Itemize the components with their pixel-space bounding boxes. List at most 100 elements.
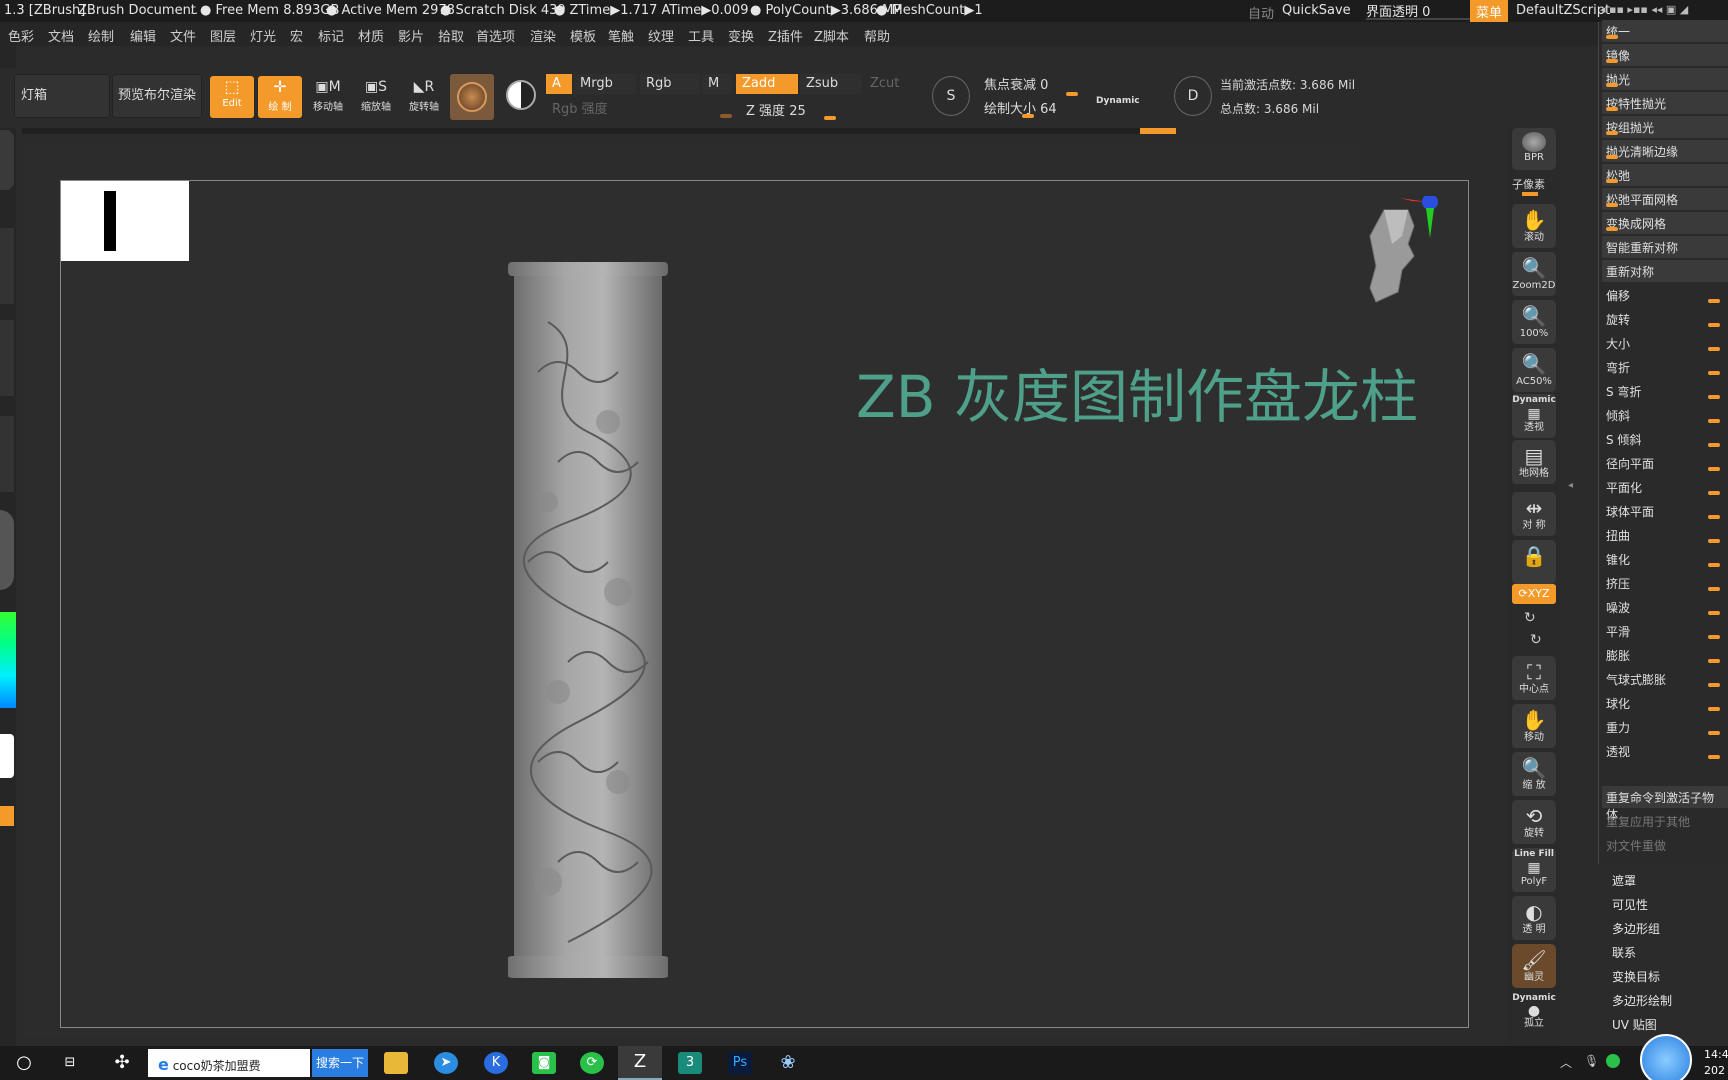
deformation-23[interactable]: 挤压 [1602, 572, 1728, 594]
a-toggle[interactable]: A [546, 74, 572, 94]
floating-ball-icon[interactable] [1640, 1034, 1692, 1080]
deformation-6[interactable]: 松弛 [1602, 164, 1728, 186]
document-canvas[interactable] [60, 180, 1469, 1028]
zcut-toggle[interactable]: Zcut [864, 74, 924, 94]
dynamic-toggle[interactable]: Dynamic [1096, 96, 1140, 106]
search-button[interactable]: 搜索一下 [312, 1049, 368, 1077]
tool-polygroups[interactable]: 多边形组 [1612, 920, 1660, 937]
deformation-12[interactable]: 旋转 [1602, 308, 1728, 330]
preview-bpr-button[interactable]: 预览布尔渲染 [112, 74, 202, 118]
deformation-15[interactable]: S 弯折 [1602, 380, 1728, 402]
deformation-slider-knob[interactable] [1708, 755, 1720, 759]
m-toggle[interactable]: M [702, 74, 732, 94]
menu-help[interactable]: 帮助 [864, 26, 890, 45]
deformation-7[interactable]: 松弛平面网格 [1602, 188, 1728, 210]
menu-stroke[interactable]: 笔触 [608, 26, 634, 45]
deformation-26[interactable]: 膨胀 [1602, 644, 1728, 666]
perspective-button[interactable]: Dynamic ▦ 透视 [1512, 394, 1556, 438]
solo-button[interactable]: Dynamic ● 孤立 [1512, 992, 1556, 1032]
deformation-3[interactable]: 按特性抛光 [1602, 92, 1728, 114]
move-button[interactable]: ▣M 移动轴 [306, 76, 350, 118]
texture-thumb[interactable] [0, 416, 14, 492]
deformation-slider-knob[interactable] [1708, 587, 1720, 591]
material-thumb[interactable] [0, 510, 14, 590]
tool-morph-target[interactable]: 变换目标 [1612, 968, 1660, 985]
deformation-2[interactable]: 抛光 [1602, 68, 1728, 90]
subpixel-slider[interactable] [1522, 192, 1538, 196]
menu-light[interactable]: 灯光 [250, 26, 276, 45]
rotate-y-icon[interactable]: ↻ [1524, 610, 1536, 626]
deformation-slider-knob[interactable] [1708, 707, 1720, 711]
deformation-5[interactable]: 抛光清晰边缘 [1602, 140, 1728, 162]
deformation-slider-knob[interactable] [1606, 83, 1618, 87]
menu-macro[interactable]: 宏 [290, 26, 303, 45]
draw-button[interactable]: ✛ 绘 制 [258, 76, 302, 118]
deformation-28[interactable]: 球化 [1602, 692, 1728, 714]
tray-green-icon[interactable] [1606, 1054, 1620, 1068]
ac50-button[interactable]: 🔍 AC50% [1512, 348, 1556, 392]
deformation-0[interactable]: 统一 [1602, 20, 1728, 42]
d-brush-icon[interactable]: D [1174, 76, 1212, 116]
deformation-slider-knob[interactable] [1606, 155, 1618, 159]
deformation-24[interactable]: 噪波 [1602, 596, 1728, 618]
deformation-13[interactable]: 大小 [1602, 332, 1728, 354]
flower-app-icon[interactable]: ❀ [776, 1052, 800, 1074]
deformation-20[interactable]: 球体平面 [1602, 500, 1728, 522]
deformation-21[interactable]: 扭曲 [1602, 524, 1728, 546]
deformation-slider-knob[interactable] [1708, 443, 1720, 447]
deformation-slider-knob[interactable] [1708, 491, 1720, 495]
edit-button[interactable]: ⬚ Edit [210, 76, 254, 118]
deformation-slider-knob[interactable] [1708, 419, 1720, 423]
alpha-thumb[interactable] [0, 320, 14, 396]
bpr-button[interactable]: BPR [1512, 128, 1556, 170]
transparency-button[interactable]: ◐ 透 明 [1512, 896, 1556, 940]
deformation-18[interactable]: 径向平面 [1602, 452, 1728, 474]
deformation-25[interactable]: 平滑 [1602, 620, 1728, 642]
menu-preferences[interactable]: 首选项 [476, 26, 515, 45]
deformation-slider-knob[interactable] [1606, 203, 1618, 207]
deformation-slider-knob[interactable] [1606, 35, 1618, 39]
menu-texture[interactable]: 纹理 [648, 26, 674, 45]
folder-icon[interactable] [384, 1052, 408, 1074]
deformation-8[interactable]: 变换成网格 [1602, 212, 1728, 234]
panel-collapse-arrow[interactable]: ◂ [1568, 480, 1576, 560]
deformation-17[interactable]: S 倾斜 [1602, 428, 1728, 450]
deformation-slider-knob[interactable] [1708, 395, 1720, 399]
menu-edit[interactable]: 编辑 [130, 26, 156, 45]
move-view-button[interactable]: ✋ 移动 [1512, 704, 1556, 748]
deformation-1[interactable]: 镜像 [1602, 44, 1728, 66]
scroll-button[interactable]: ✋ 滚动 [1512, 204, 1556, 248]
default-zscript[interactable]: DefaultZScript [1516, 3, 1610, 18]
deformation-slider-knob[interactable] [1708, 515, 1720, 519]
mic-icon[interactable]: 🎙 [1584, 1054, 1599, 1068]
menu-layer[interactable]: 图层 [210, 26, 236, 45]
floor-button[interactable]: ▤ 地网格 [1512, 440, 1556, 484]
focal-shift-slider[interactable]: 焦点衰减 0 [978, 72, 1158, 93]
repeat-to-active-subtools[interactable]: 重复命令到激活子物体 [1602, 786, 1728, 822]
k-app-icon[interactable]: K [484, 1052, 508, 1074]
deformation-slider-knob[interactable] [1708, 347, 1720, 351]
menu-file[interactable]: 文件 [170, 26, 196, 45]
repeat-to-folder[interactable]: 对文件重做 [1602, 834, 1728, 856]
material-sphere-button[interactable] [450, 74, 494, 120]
menu-document[interactable]: 文档 [48, 26, 74, 45]
center-button[interactable]: ⛶ 中心点 [1512, 656, 1556, 700]
zsub-toggle[interactable]: Zsub [800, 74, 862, 94]
menu-picker[interactable]: 拾取 [438, 26, 464, 45]
title-controls[interactable]: ◂ ▪▪ ▸▪▪ ◂◂ ▣ ◢ [1600, 3, 1688, 16]
deformation-slider-knob[interactable] [1708, 659, 1720, 663]
rgb-toggle[interactable]: Rgb [640, 74, 700, 94]
scale-view-button[interactable]: 🔍 缩 放 [1512, 752, 1556, 796]
photoshop-icon[interactable]: Ps [728, 1052, 752, 1074]
deformation-16[interactable]: 倾斜 [1602, 404, 1728, 426]
deformation-19[interactable]: 平面化 [1602, 476, 1728, 498]
main-color-swatch[interactable] [0, 734, 14, 778]
zoom2d-button[interactable]: 🔍 Zoom2D [1512, 252, 1556, 296]
pinwheel-icon[interactable]: ✣ [110, 1052, 134, 1074]
tool-contact[interactable]: 联系 [1612, 944, 1636, 961]
deformation-slider-knob[interactable] [1606, 227, 1618, 231]
xyz-toggle[interactable]: ⟳XYZ [1512, 584, 1556, 604]
zbrush-taskbar-item[interactable]: Z [618, 1046, 662, 1080]
menu-tool[interactable]: 工具 [688, 26, 714, 45]
deformation-slider-knob[interactable] [1708, 683, 1720, 687]
